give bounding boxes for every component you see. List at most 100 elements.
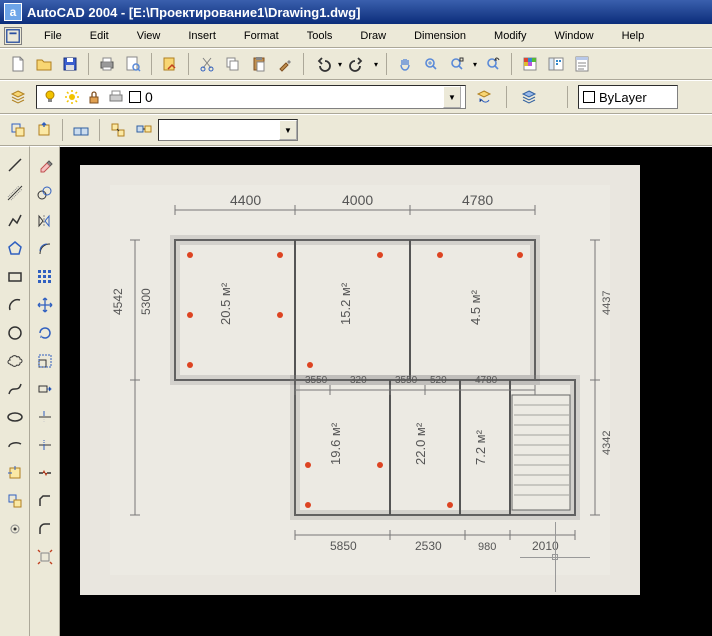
array-icon[interactable] [33,265,57,289]
linetype-combo[interactable]: ▼ [158,119,298,141]
erase-icon[interactable] [33,153,57,177]
line-icon[interactable] [3,153,27,177]
print-preview-icon[interactable] [121,52,145,76]
svg-text:520: 520 [430,375,447,386]
copy-icon[interactable] [221,52,245,76]
zoom-realtime-icon[interactable] [419,52,443,76]
revcloud-icon[interactable] [3,349,27,373]
redo-dropdown[interactable]: ▾ [372,60,380,69]
print-icon[interactable] [95,52,119,76]
make-block2-icon[interactable] [3,489,27,513]
layer-combo-dropdown[interactable]: ▼ [443,86,461,108]
lock-icon [85,88,103,106]
menu-view[interactable]: View [123,27,175,45]
copy-obj-icon[interactable] [33,181,57,205]
ellipse-icon[interactable] [3,405,27,429]
zoom-window-icon[interactable] [445,52,469,76]
color-combo[interactable]: ByLayer [578,85,678,109]
plot-icon [107,88,125,106]
match-properties-icon[interactable] [273,52,297,76]
svg-text:2530: 2530 [415,539,442,553]
bulb-icon [41,88,59,106]
layer-manager-icon[interactable] [6,85,30,109]
zoom-dropdown[interactable]: ▾ [471,60,479,69]
block-editor-icon[interactable] [106,118,130,142]
svg-text:980: 980 [478,541,496,553]
svg-text:19.6 м²: 19.6 м² [328,422,343,465]
circle-icon[interactable] [3,321,27,345]
mirror-icon[interactable] [33,209,57,233]
menu-dimension[interactable]: Dimension [400,27,480,45]
menu-file[interactable]: File [30,27,76,45]
undo-icon[interactable] [310,52,334,76]
trim-icon[interactable] [33,405,57,429]
menu-format[interactable]: Format [230,27,293,45]
wblock-icon[interactable] [132,118,156,142]
layer-states-icon[interactable] [517,85,541,109]
menu-insert[interactable]: Insert [174,27,230,45]
menu-help[interactable]: Help [608,27,659,45]
svg-text:4000: 4000 [342,192,373,208]
svg-text:4.5 м²: 4.5 м² [468,289,483,325]
chamfer-icon[interactable] [33,489,57,513]
menu-edit[interactable]: Edit [76,27,123,45]
standard-toolbar: ▾ ▾ ▾ [0,48,712,80]
new-icon[interactable] [6,52,30,76]
cut-icon[interactable] [195,52,219,76]
undo-dropdown[interactable]: ▾ [336,60,344,69]
scale-icon[interactable] [33,349,57,373]
save-icon[interactable] [58,52,82,76]
polygon-icon[interactable] [3,237,27,261]
linetype-dropdown[interactable]: ▼ [279,120,297,140]
mdi-system-icon[interactable] [4,27,22,45]
ellipse-arc-icon[interactable] [3,433,27,457]
sun-icon [63,88,81,106]
explode-icon[interactable] [33,545,57,569]
layer-color-swatch [129,91,141,103]
svg-text:4780: 4780 [462,192,493,208]
spline-icon[interactable] [3,377,27,401]
xref-icon[interactable] [69,118,93,142]
svg-text:4437: 4437 [601,291,613,315]
current-layer-name: 0 [145,89,153,105]
pan-realtime-icon[interactable] [393,52,417,76]
svg-text:2010: 2010 [532,539,559,553]
tool-palettes-icon[interactable] [570,52,594,76]
svg-text:15.2 м²: 15.2 м² [338,282,353,325]
menu-window[interactable]: Window [540,27,607,45]
layer-previous-icon[interactable] [472,85,496,109]
layer-toolbar: 0 ▼ ByLayer [0,80,712,114]
paste-icon[interactable] [247,52,271,76]
polyline-icon[interactable] [3,209,27,233]
menu-tools[interactable]: Tools [293,27,347,45]
menu-draw[interactable]: Draw [346,27,400,45]
title-bar: a AutoCAD 2004 - [E:\Проектирование1\Dra… [0,0,712,24]
svg-text:7.2 м²: 7.2 м² [473,429,488,465]
design-center-icon[interactable] [544,52,568,76]
move-icon[interactable] [33,293,57,317]
break-icon[interactable] [33,461,57,485]
offset-icon[interactable] [33,237,57,261]
layer-combo[interactable]: 0 ▼ [36,85,466,109]
xline-icon[interactable] [3,181,27,205]
arc-icon[interactable] [3,293,27,317]
open-icon[interactable] [32,52,56,76]
extend-icon[interactable] [33,433,57,457]
rectangle-icon[interactable] [3,265,27,289]
menu-modify[interactable]: Modify [480,27,540,45]
svg-text:4780: 4780 [475,375,498,386]
point-icon[interactable] [3,517,27,541]
menu-bar: File Edit View Insert Format Tools Draw … [0,24,712,48]
fillet-icon[interactable] [33,517,57,541]
publish-icon[interactable] [158,52,182,76]
rotate-icon[interactable] [33,321,57,345]
svg-text:5850: 5850 [330,539,357,553]
redo-icon[interactable] [346,52,370,76]
properties-icon[interactable] [518,52,542,76]
make-block-icon[interactable] [6,118,30,142]
insert-block2-icon[interactable] [3,461,27,485]
zoom-previous-icon[interactable] [481,52,505,76]
insert-block-icon[interactable] [32,118,56,142]
drawing-area[interactable]: 4400 4000 4780 [60,146,712,636]
stretch-icon[interactable] [33,377,57,401]
